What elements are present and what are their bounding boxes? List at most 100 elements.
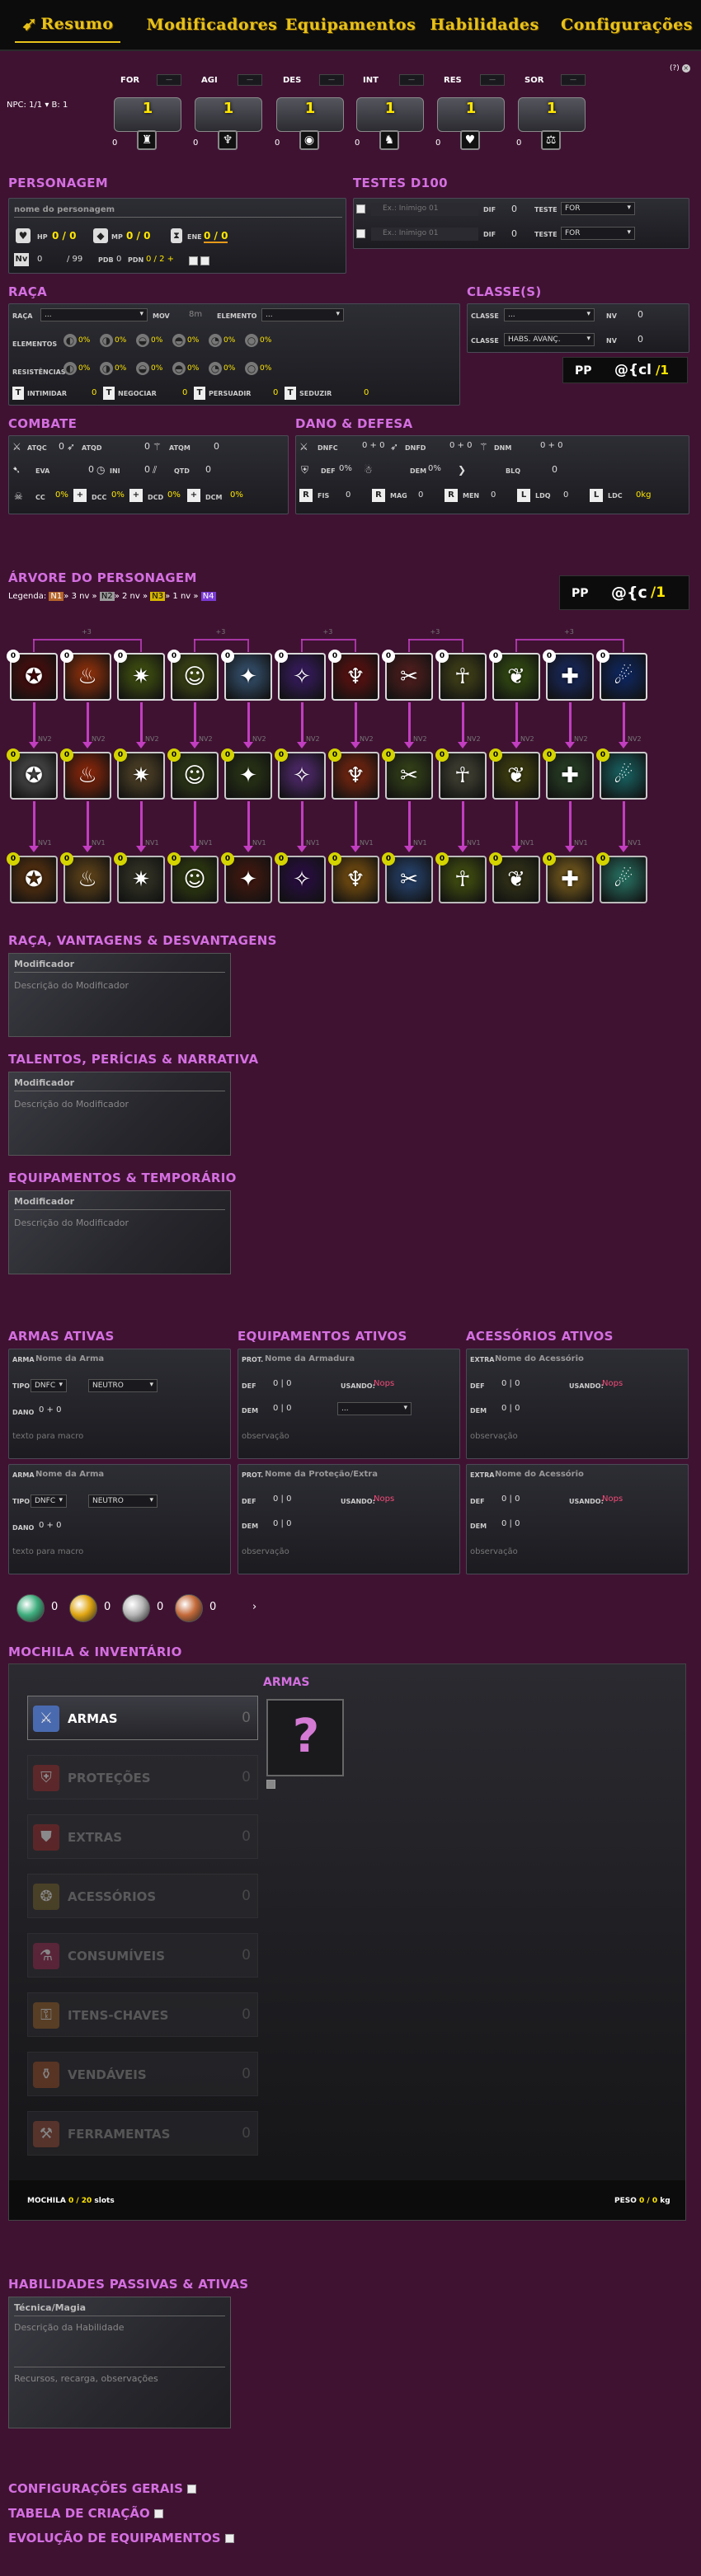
elemento-select[interactable]: ...	[261, 308, 344, 321]
tab-habilidades[interactable]: Habilidades	[430, 7, 539, 43]
accessory-name[interactable]: Nome do Acessório	[495, 1354, 584, 1363]
equip-obs[interactable]: observação	[242, 1432, 289, 1441]
category-shield[interactable]: ⛊ EXTRAS 0	[27, 1814, 258, 1859]
tab-resumo[interactable]: ➹ Resumo	[15, 7, 120, 43]
attr-box[interactable]: 1	[518, 97, 586, 132]
element-pct[interactable]: 0%	[260, 364, 271, 373]
teste-dif[interactable]: 0	[511, 228, 517, 239]
modifier-name[interactable]: Modificador	[14, 1077, 74, 1088]
element-pct[interactable]: 0%	[187, 336, 199, 345]
hp-value[interactable]: 0 / 0	[52, 230, 76, 242]
attr-bonus-select[interactable]: —	[238, 74, 262, 86]
attr-bonus-select[interactable]: —	[561, 74, 586, 86]
accessory-using[interactable]: Nops	[602, 1379, 623, 1388]
element-pct[interactable]: 0%	[78, 364, 90, 373]
ene-value[interactable]: 0 / 0	[204, 230, 228, 243]
teste-dif[interactable]: 0	[511, 204, 517, 214]
teste-checkbox[interactable]	[356, 229, 365, 238]
attr-bonus-select[interactable]: —	[157, 74, 181, 86]
pdn-value[interactable]: 0 / 2 +	[146, 255, 174, 264]
weapon-macro[interactable]: texto para macro	[12, 1547, 83, 1556]
character-name-input[interactable]: nome do personagem	[14, 205, 115, 214]
weapon-type-select[interactable]: DNFC	[31, 1494, 67, 1508]
modifier-name[interactable]: Modificador	[14, 959, 74, 969]
resist-value[interactable]: 0	[418, 490, 423, 500]
classe-nv-2[interactable]: 0	[637, 334, 643, 345]
attr-value[interactable]: 1	[195, 100, 261, 117]
teste-checkbox[interactable]	[356, 204, 365, 213]
category-key[interactable]: ⚿ ITENS-CHAVES 0	[27, 1992, 258, 2037]
weapon-type-select[interactable]: DNFC	[31, 1379, 67, 1392]
modifier-desc[interactable]: Descrição do Modificador	[14, 1218, 129, 1228]
accessory-obs[interactable]: observação	[470, 1547, 518, 1556]
tab-equipamentos[interactable]: Equipamentos	[285, 7, 416, 43]
attr-value[interactable]: 1	[115, 100, 181, 117]
skill-value[interactable]: 0	[364, 388, 369, 397]
item-select-checkbox[interactable]	[266, 1780, 275, 1789]
teste-target-input[interactable]: Ex.: Inimigo 01	[371, 203, 478, 216]
arvore-macro[interactable]: PP @{c /1	[559, 575, 689, 610]
element-pct[interactable]: 0%	[151, 336, 162, 345]
attr-box[interactable]: 1	[437, 97, 505, 132]
attr-bonus-select[interactable]: —	[480, 74, 505, 86]
equip-select[interactable]: ...	[337, 1402, 412, 1415]
category-potion[interactable]: ⚗ CONSUMÍVEIS 0	[27, 1933, 258, 1978]
classe-nv-1[interactable]: 0	[637, 309, 643, 320]
tab-configuracoes[interactable]: Configurações	[561, 7, 693, 43]
attr-value[interactable]: 1	[277, 100, 343, 117]
habilidade-name[interactable]: Técnica/Magia	[14, 2302, 86, 2313]
habilidade-desc[interactable]: Descrição da Habilidade	[14, 2322, 124, 2333]
accessory-using[interactable]: Nops	[602, 1494, 623, 1504]
element-pct[interactable]: 0%	[151, 364, 162, 373]
attr-bonus-select[interactable]: —	[319, 74, 344, 86]
attr-value[interactable]: 1	[519, 100, 585, 117]
equip-using[interactable]: Nops	[374, 1379, 394, 1388]
footer-link[interactable]: EVOLUÇÃO DE EQUIPAMENTOS	[8, 2531, 234, 2546]
modifier-desc[interactable]: Descrição do Modificador	[14, 1099, 129, 1110]
element-pct[interactable]: 0%	[115, 336, 126, 345]
attr-value[interactable]: 1	[357, 100, 423, 117]
skill-value[interactable]: 0	[182, 388, 187, 397]
pdb-value[interactable]: 0	[116, 255, 121, 264]
element-pct[interactable]: 0%	[187, 364, 199, 373]
weapon-name[interactable]: Nome da Arma	[35, 1354, 104, 1363]
teste-attr-select[interactable]: FOR	[561, 227, 635, 240]
attr-box[interactable]: 1	[356, 97, 424, 132]
nv-value[interactable]: 0	[37, 255, 42, 264]
category-armor[interactable]: ⛨ PROTEÇÕES 0	[27, 1755, 258, 1799]
coin-value[interactable]: 0	[51, 1601, 58, 1613]
equip-name[interactable]: Nome da Armadura	[265, 1354, 355, 1363]
equip-name[interactable]: Nome da Proteção/Extra	[265, 1470, 378, 1479]
coins-expand-arrow[interactable]: ›	[252, 1601, 256, 1613]
resist-value[interactable]: 0	[346, 490, 350, 500]
coin-value[interactable]: 0	[157, 1601, 163, 1613]
element-pct[interactable]: 0%	[223, 336, 235, 345]
resist-value[interactable]: 0kg	[636, 490, 652, 500]
habilidade-rec[interactable]: Recursos, recarga, observações	[14, 2373, 158, 2384]
weapon-element-select[interactable]: NEUTRO	[88, 1379, 158, 1392]
category-sword[interactable]: ⚔ ARMAS 0	[27, 1696, 258, 1740]
classes-macro[interactable]: PP @{cl /1	[562, 357, 688, 383]
toggle-checkbox[interactable]	[224, 2534, 234, 2543]
resist-value[interactable]: 0	[491, 490, 496, 500]
npc-field[interactable]: NPC: 1/1 ▾ B: 1	[7, 101, 68, 110]
attr-bonus-select[interactable]: —	[399, 74, 424, 86]
toggle-checkbox[interactable]	[154, 2509, 164, 2518]
skill-value[interactable]: 0	[273, 388, 278, 397]
modifier-desc[interactable]: Descrição do Modificador	[14, 980, 129, 991]
mov-value[interactable]: 8m	[189, 310, 202, 319]
footer-link[interactable]: TABELA DE CRIAÇÃO	[8, 2506, 164, 2521]
element-pct[interactable]: 0%	[115, 364, 126, 373]
accessory-obs[interactable]: observação	[470, 1432, 518, 1441]
attr-box[interactable]: 1	[195, 97, 262, 132]
equip-obs[interactable]: observação	[242, 1547, 289, 1556]
plus-icon[interactable]: +	[73, 489, 87, 502]
mp-value[interactable]: 0 / 0	[126, 230, 150, 242]
weapon-name[interactable]: Nome da Arma	[35, 1470, 104, 1479]
weapon-damage[interactable]: 0 + 0	[39, 1521, 61, 1530]
pdn-checkbox-2[interactable]	[200, 256, 209, 265]
empty-item-slot[interactable]: ?	[266, 1699, 344, 1776]
plus-icon[interactable]: +	[129, 489, 143, 502]
skill-value[interactable]: 0	[92, 388, 96, 397]
accessory-name[interactable]: Nome do Acessório	[495, 1470, 584, 1479]
